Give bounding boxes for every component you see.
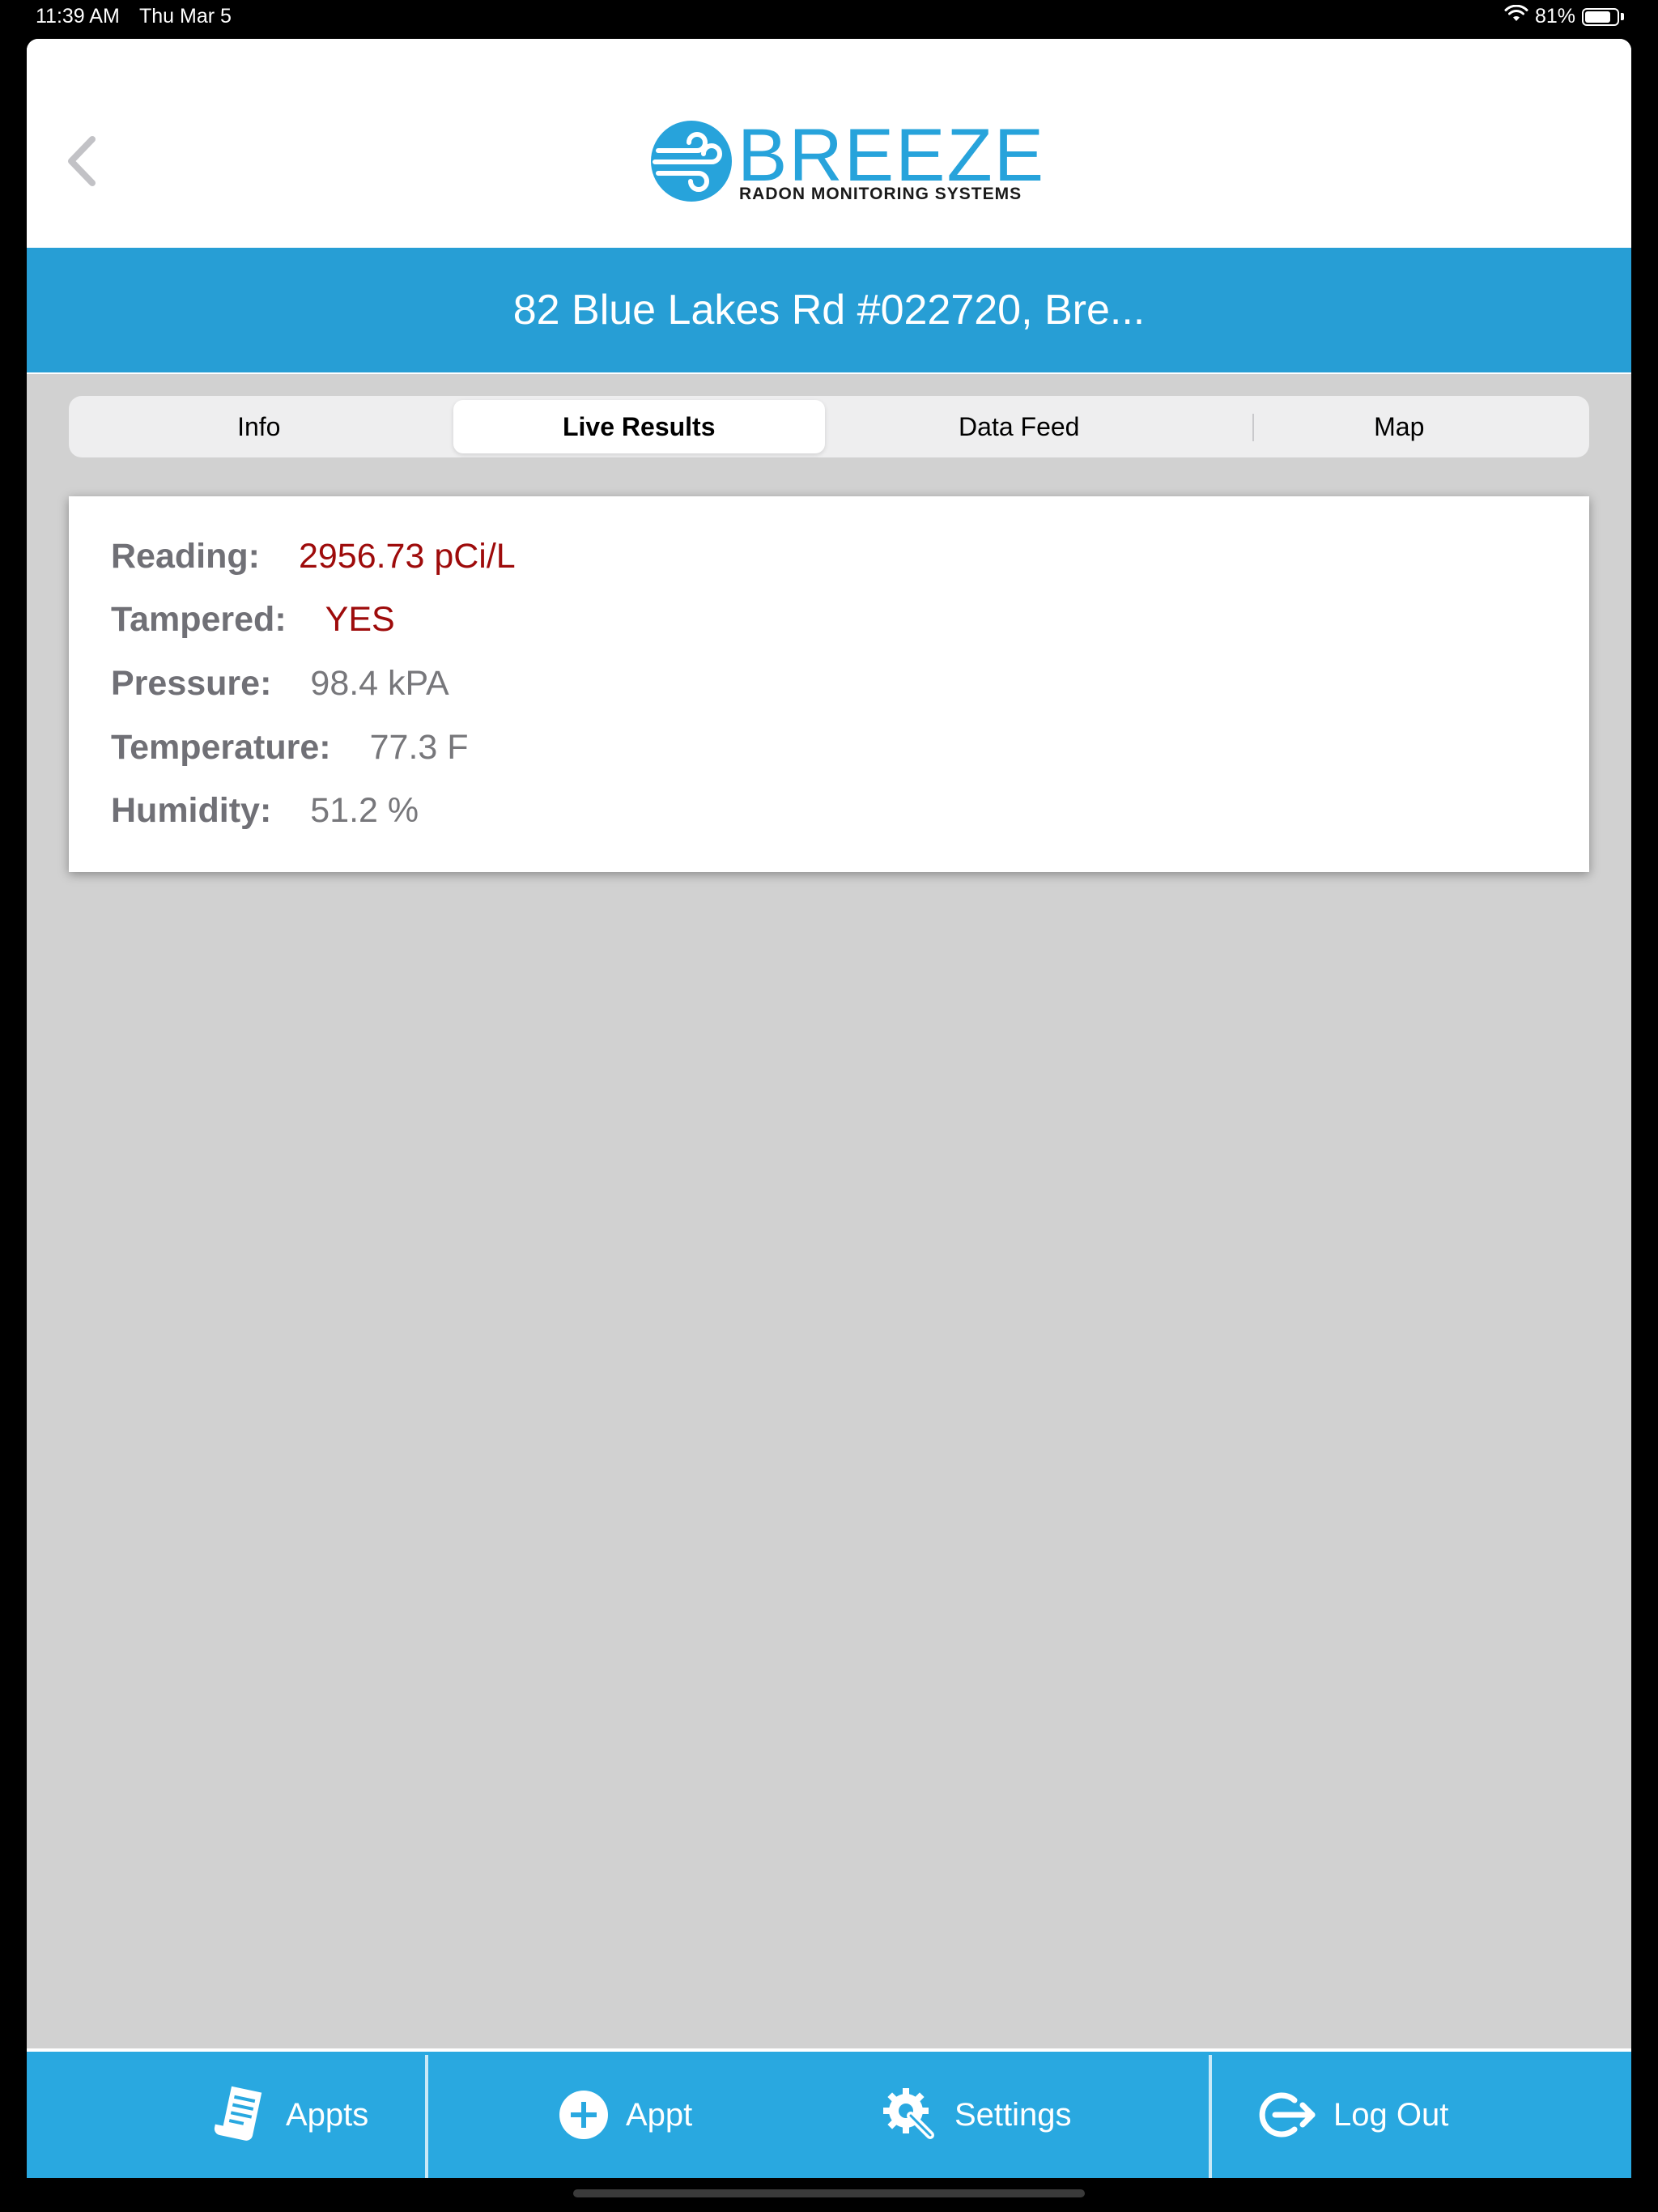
live-results-card: Reading: 2956.73 pCi/L Tampered: YES Pre… xyxy=(69,496,1589,872)
app-header: BREEZE RADON MONITORING SYSTEMS xyxy=(27,39,1631,248)
page-title-bar: 82 Blue Lakes Rd #022720, Bre... xyxy=(27,248,1631,374)
gear-wrench-icon xyxy=(882,2087,938,2143)
segmented-tabs: Info Live Results Data Feed Map xyxy=(69,396,1589,457)
settings-tab[interactable]: Settings xyxy=(882,2052,1072,2178)
tab-info[interactable]: Info xyxy=(73,400,445,453)
reading-row: Reading: 2956.73 pCi/L xyxy=(111,537,516,576)
page-title: 82 Blue Lakes Rd #022720, Bre... xyxy=(512,287,1146,334)
battery-percent: 81% xyxy=(1534,5,1575,28)
app-window: BREEZE RADON MONITORING SYSTEMS 82 Blue … xyxy=(27,39,1631,2178)
battery-icon xyxy=(1582,7,1619,26)
tab-divider xyxy=(1252,414,1254,441)
temperature-value: 77.3 F xyxy=(369,728,469,767)
home-indicator[interactable] xyxy=(573,2189,1085,2197)
wind-logo-icon xyxy=(651,121,732,202)
new-appt-tab-label: Appt xyxy=(626,2096,693,2133)
appts-tab[interactable]: Appts xyxy=(213,2052,368,2178)
tab-live-results[interactable]: Live Results xyxy=(453,400,825,453)
tab-separator xyxy=(1209,2055,1212,2178)
battery-level xyxy=(1585,11,1610,23)
reading-label: Reading: xyxy=(111,537,260,576)
battery-tip xyxy=(1621,13,1624,20)
humidity-label: Humidity: xyxy=(111,791,272,830)
new-appt-tab[interactable]: Appt xyxy=(558,2052,692,2178)
pressure-row: Pressure: 98.4 kPA xyxy=(111,664,449,704)
humidity-value: 51.2 % xyxy=(310,791,419,830)
humidity-row: Humidity: 51.2 % xyxy=(111,791,419,831)
document-list-icon xyxy=(213,2084,270,2146)
logo-wordmark: BREEZE xyxy=(738,114,1046,197)
pressure-value: 98.4 kPA xyxy=(310,664,449,703)
plus-circle-icon xyxy=(558,2089,610,2141)
tab-map[interactable]: Map xyxy=(1214,400,1586,453)
settings-tab-label: Settings xyxy=(954,2096,1072,2133)
temperature-label: Temperature: xyxy=(111,728,331,767)
back-button[interactable] xyxy=(53,133,109,189)
tab-separator xyxy=(425,2055,428,2178)
tampered-value: YES xyxy=(325,600,395,639)
status-time: 11:39 AM xyxy=(36,5,120,28)
chevron-left-icon xyxy=(68,136,96,186)
wifi-icon xyxy=(1504,4,1528,28)
reading-value: 2956.73 pCi/L xyxy=(298,537,516,576)
appts-tab-label: Appts xyxy=(286,2096,369,2133)
status-bar: 11:39 AM Thu Mar 5 81% xyxy=(0,0,1658,39)
pressure-label: Pressure: xyxy=(111,664,272,703)
temperature-row: Temperature: 77.3 F xyxy=(111,728,469,768)
breeze-logo: BREEZE RADON MONITORING SYSTEMS xyxy=(650,115,1044,209)
tab-data-feed[interactable]: Data Feed xyxy=(833,400,1205,453)
logout-tab-label: Log Out xyxy=(1333,2096,1449,2133)
tampered-label: Tampered: xyxy=(111,600,287,639)
logout-tab[interactable]: Log Out xyxy=(1254,2052,1448,2178)
logout-icon xyxy=(1254,2089,1317,2141)
tampered-row: Tampered: YES xyxy=(111,600,395,640)
logo-tagline: RADON MONITORING SYSTEMS xyxy=(739,185,1022,203)
status-date: Thu Mar 5 xyxy=(139,5,232,28)
status-indicators: 81% xyxy=(1504,4,1624,28)
bottom-tab-bar: Appts Appt Settings Log Out xyxy=(27,2048,1631,2178)
